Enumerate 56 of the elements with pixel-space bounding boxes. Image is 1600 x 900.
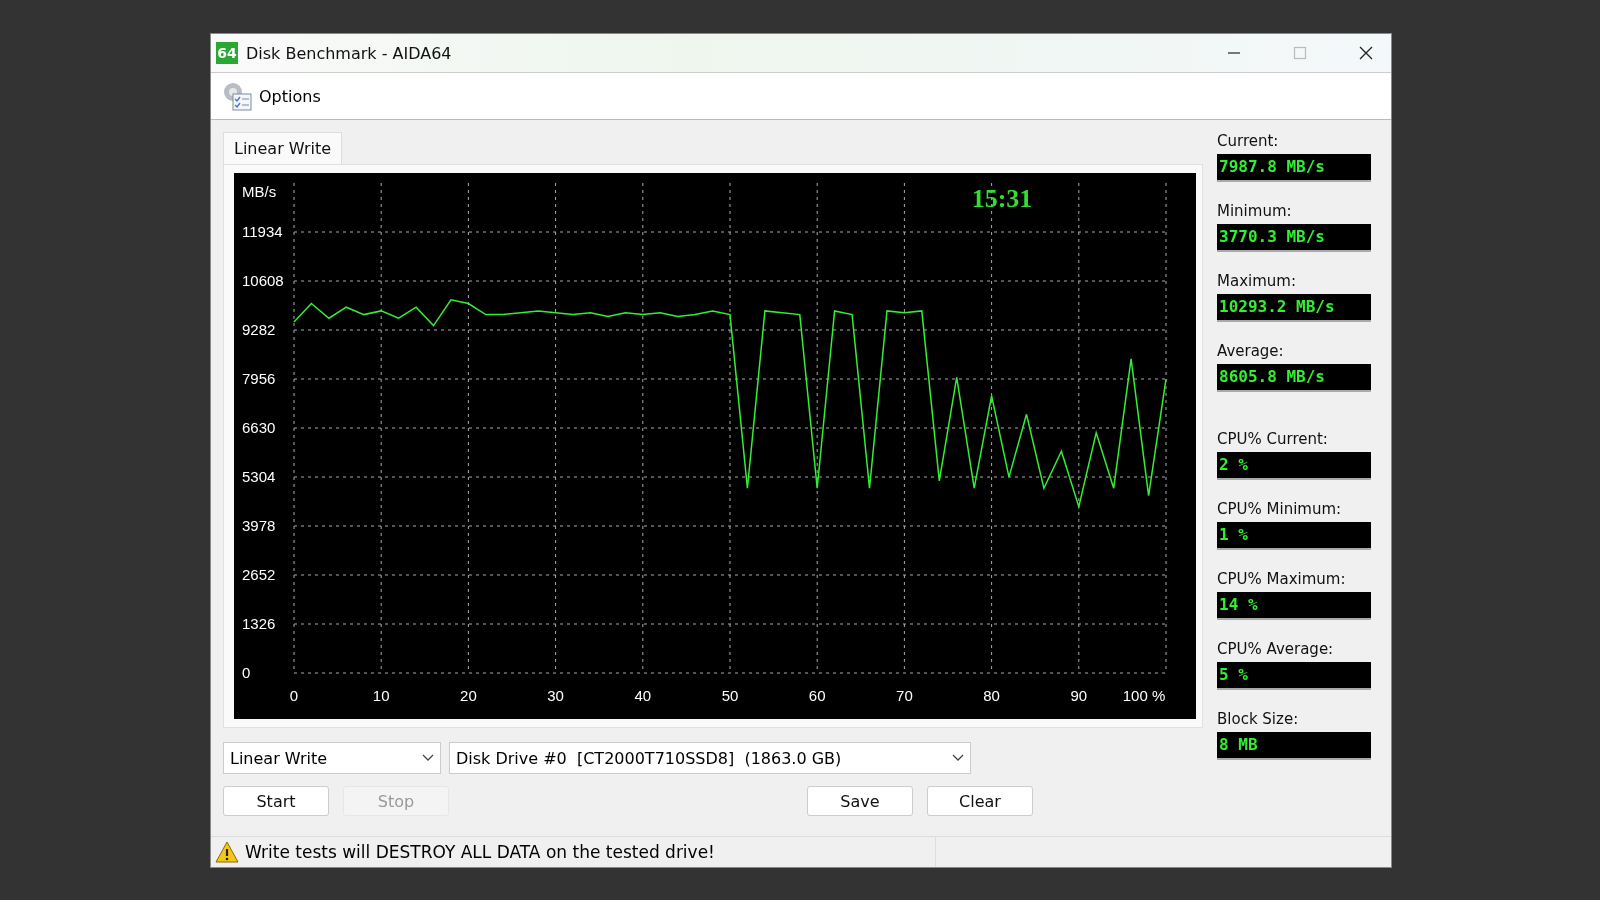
y-tick-label: 7956 xyxy=(242,370,276,387)
x-tick-label: 90 xyxy=(1070,687,1088,704)
status-message: Write tests will DESTROY ALL DATA on the tested drive! xyxy=(245,842,715,862)
settings-icon[interactable] xyxy=(221,80,253,112)
stat-label: CPU% Average: xyxy=(1217,640,1335,658)
y-tick-label: 5304 xyxy=(242,468,276,485)
stat-label: CPU% Minimum: xyxy=(1217,500,1343,518)
x-tick-label: 70 xyxy=(896,687,913,704)
stat-value: 10293.2 MB/s xyxy=(1217,294,1371,322)
x-tick-label: 60 xyxy=(808,687,826,704)
action-button[interactable]: Start xyxy=(223,786,329,816)
stat-value: 14 % xyxy=(1217,592,1371,620)
tab[interactable]: Linear Write xyxy=(223,132,343,164)
test-dropdown[interactable]: Linear Write xyxy=(223,742,441,774)
stat-label: Maximum: xyxy=(1217,272,1297,290)
stat-value: 5 % xyxy=(1217,662,1371,690)
stat-label: Minimum: xyxy=(1217,202,1293,220)
y-tick-label: 2652 xyxy=(242,566,276,583)
x-tick-label: 0 xyxy=(289,687,299,704)
y-axis-label: MB/s xyxy=(242,183,277,200)
y-tick-label: 0 xyxy=(242,664,251,681)
action-button[interactable]: Clear xyxy=(927,786,1033,816)
stat-value: 8 MB xyxy=(1217,732,1371,760)
stat-value: 2 % xyxy=(1217,452,1371,480)
y-tick-label: 1326 xyxy=(242,615,276,632)
x-tick-label: 50 xyxy=(721,687,739,704)
app-logo: 64 xyxy=(216,42,238,64)
x-tick-label: 10 xyxy=(372,687,390,704)
caret-icon xyxy=(422,754,434,762)
x-tick-label: 80 xyxy=(983,687,1000,704)
warning-icon xyxy=(215,841,239,863)
stat-value: 8605.8 MB/s xyxy=(1217,364,1371,392)
x-tick-label: 20 xyxy=(460,687,477,704)
drive-dropdown[interactable]: Disk Drive #0 [CT2000T710SSD8] (1863.0 GB) xyxy=(449,742,971,774)
stat-label: Current: xyxy=(1217,132,1280,150)
stat-label: CPU% Current: xyxy=(1217,430,1329,448)
close-icon[interactable] xyxy=(1359,46,1373,60)
window-title: Disk Benchmark - AIDA64 xyxy=(246,43,452,63)
stat-value: 3770.3 MB/s xyxy=(1217,224,1371,252)
y-tick-label: 11934 xyxy=(242,223,283,240)
stat-label: Average: xyxy=(1217,342,1285,360)
y-tick-label: 3978 xyxy=(242,517,276,534)
caret-icon xyxy=(952,754,964,762)
stat-label: Block Size: xyxy=(1217,710,1300,728)
x-tick-label: 100 % xyxy=(1122,687,1166,704)
y-tick-label: 9282 xyxy=(242,321,276,338)
clock-text: 15:31 xyxy=(971,184,1033,213)
stat-value: 7987.8 MB/s xyxy=(1217,154,1371,182)
y-tick-label: 6630 xyxy=(242,419,276,436)
action-button[interactable]: Save xyxy=(807,786,913,816)
x-tick-label: 30 xyxy=(547,687,564,704)
options-menu[interactable]: Options xyxy=(259,86,321,106)
x-tick-label: 40 xyxy=(634,687,652,704)
stat-value: 1 % xyxy=(1217,522,1371,550)
stat-label: CPU% Maximum: xyxy=(1217,570,1347,588)
y-tick-label: 10608 xyxy=(242,272,284,289)
